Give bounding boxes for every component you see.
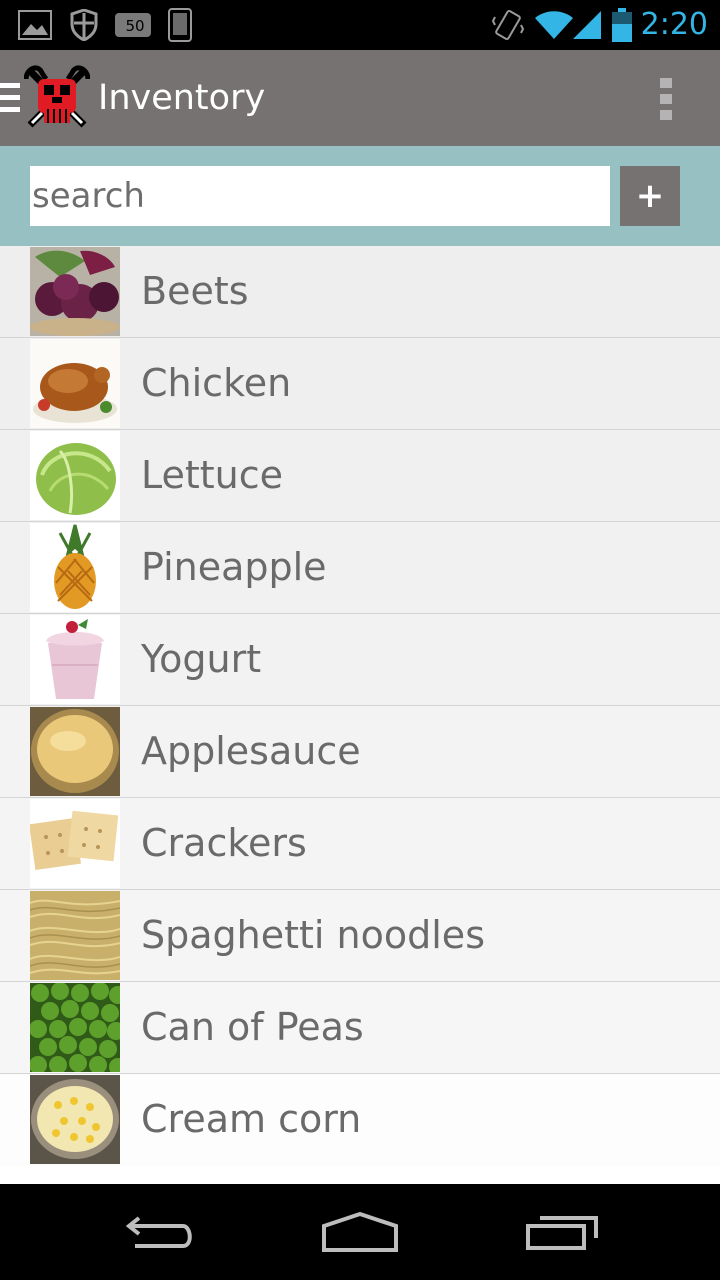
vibrate-icon <box>492 0 524 50</box>
crackers-image <box>30 799 120 888</box>
status-bar: 50 2:20 <box>0 0 720 50</box>
list-item-label: Can of Peas <box>141 1005 364 1049</box>
pineapple-image <box>30 523 120 612</box>
chicken-image <box>30 339 120 428</box>
lettuce-image <box>30 431 120 520</box>
spaghetti-image <box>30 891 120 980</box>
app-logo-icon[interactable] <box>23 65 91 131</box>
search-input[interactable] <box>30 166 610 226</box>
home-icon[interactable] <box>320 1204 400 1260</box>
list-item-lettuce[interactable]: Lettuce <box>0 430 720 522</box>
peas-image <box>30 983 120 1072</box>
list-item-crackers[interactable]: Crackers <box>0 798 720 890</box>
phone-icon <box>168 0 192 50</box>
list-item-spaghetti[interactable]: Spaghetti noodles <box>0 890 720 982</box>
list-item-label: Yogurt <box>141 637 262 681</box>
list-item-peas[interactable]: Can of Peas <box>0 982 720 1074</box>
list-item-cream-corn[interactable]: Cream corn <box>0 1074 720 1166</box>
list-item-applesauce[interactable]: Applesauce <box>0 706 720 798</box>
list-item-yogurt[interactable]: Yogurt <box>0 614 720 706</box>
cream-corn-image <box>30 1075 120 1164</box>
svg-text:50: 50 <box>125 17 144 35</box>
page-title: Inventory <box>98 78 266 118</box>
list-item-label: Applesauce <box>141 729 361 773</box>
add-item-button[interactable]: + <box>620 166 680 226</box>
status-time: 2:20 <box>640 7 708 42</box>
list-item-label: Cream corn <box>141 1097 362 1141</box>
list-item-label: Lettuce <box>141 453 284 497</box>
beets-image <box>30 247 120 336</box>
back-icon[interactable] <box>120 1204 200 1260</box>
list-item-label: Spaghetti noodles <box>141 913 485 957</box>
shield-icon <box>70 0 98 50</box>
picture-icon <box>18 0 52 50</box>
wifi-icon <box>534 0 574 50</box>
inventory-list: Beets Chicken Lettuce Pineapple Yogurt A… <box>0 246 720 1166</box>
recent-apps-icon[interactable] <box>522 1204 602 1260</box>
list-item-label: Crackers <box>141 821 307 865</box>
list-item-label: Pineapple <box>141 545 327 589</box>
list-item-chicken[interactable]: Chicken <box>0 338 720 430</box>
search-bar: + <box>0 146 720 246</box>
drawer-icon[interactable] <box>0 83 20 113</box>
list-item-beets[interactable]: Beets <box>0 246 720 338</box>
battery-icon <box>612 0 632 50</box>
list-item-pineapple[interactable]: Pineapple <box>0 522 720 614</box>
list-item-label: Beets <box>141 269 249 313</box>
badge-50-icon: 50 <box>114 0 152 50</box>
signal-icon <box>572 0 602 50</box>
action-bar: Inventory <box>0 50 720 146</box>
yogurt-image <box>30 615 120 704</box>
nav-bar <box>0 1184 720 1280</box>
list-item-label: Chicken <box>141 361 292 405</box>
applesauce-image <box>30 707 120 796</box>
overflow-menu-icon[interactable] <box>660 78 672 120</box>
